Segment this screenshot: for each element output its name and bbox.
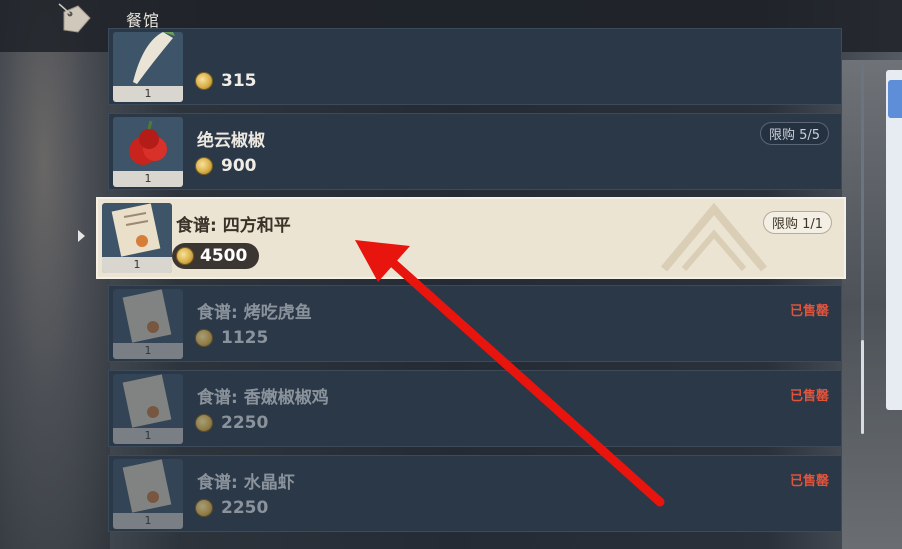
red-arrow-annotation (355, 240, 665, 507)
